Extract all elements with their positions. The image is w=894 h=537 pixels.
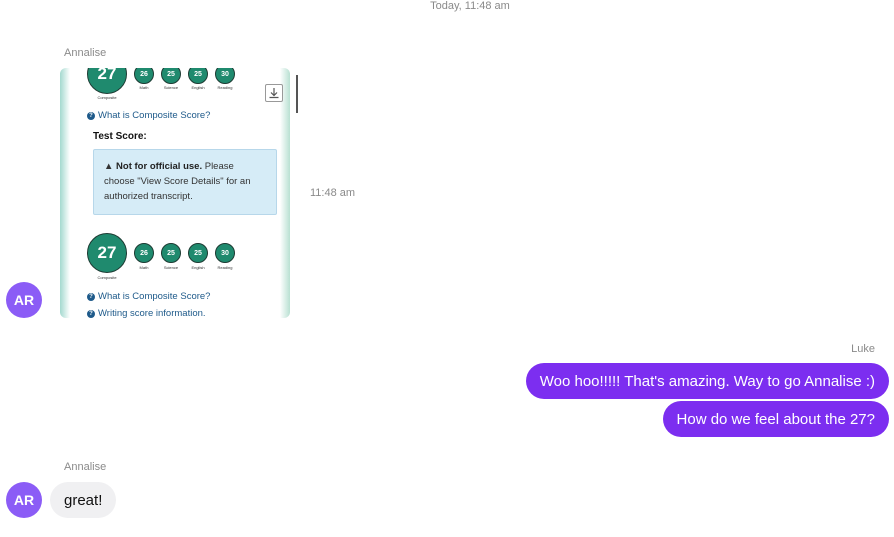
question-icon: ?: [87, 292, 95, 301]
composite-score-circle: 27: [87, 233, 127, 273]
score-report-screenshot: 27 Composite 26 25 25 30 Math Science En…: [70, 68, 280, 318]
sub-score-label: Reading: [217, 85, 233, 90]
notice-bold: Not for official use.: [116, 161, 203, 172]
sub-score-label: English: [191, 85, 205, 90]
composite-label: Composite: [97, 275, 117, 280]
composite-score-circle: 27: [87, 68, 127, 94]
sub-score-label: Reading: [217, 265, 233, 270]
sub-score-label: Math: [139, 265, 149, 270]
sender-name: Luke: [851, 343, 875, 355]
incoming-message-bubble[interactable]: great!: [50, 482, 117, 518]
sub-score-circle: 25: [188, 243, 208, 263]
notice-box: ▲ Not for official use. Please choose "V…: [93, 149, 277, 215]
outgoing-message-bubble[interactable]: How do we feel about the 27?: [662, 401, 889, 437]
question-icon: ?: [87, 309, 95, 318]
sub-score-circle: 25: [188, 68, 208, 84]
sub-score-label: English: [191, 265, 205, 270]
warning-icon: ▲: [104, 161, 114, 172]
message-time: 11:48 am: [310, 187, 356, 199]
writing-score-link: ? Writing score information.: [87, 308, 206, 318]
sub-score-circle: 30: [215, 243, 235, 263]
outgoing-message-bubble[interactable]: Woo hoo!!!!! That's amazing. Way to go A…: [525, 363, 889, 399]
sub-score-circle: 26: [134, 243, 154, 263]
question-icon: ?: [87, 111, 95, 120]
composite-label: Composite: [97, 95, 117, 100]
sender-name: Annalise: [64, 47, 107, 59]
image-attachment[interactable]: 27 Composite 26 25 25 30 Math Science En…: [60, 68, 290, 318]
sub-score-circle: 30: [215, 68, 235, 84]
sender-name: Annalise: [64, 461, 107, 473]
sub-score-circle: 26: [134, 68, 154, 84]
divider: [296, 75, 298, 113]
sub-score-label: Science: [163, 265, 179, 270]
composite-score-link: ? What is Composite Score?: [87, 291, 210, 302]
conversation-timestamp: Today, 11:48 am: [430, 0, 510, 12]
composite-score-link: ? What is Composite Score?: [87, 110, 210, 121]
test-score-label: Test Score:: [93, 131, 147, 142]
sub-score-label: Science: [163, 85, 179, 90]
sub-score-circle: 25: [161, 68, 181, 84]
download-icon: [269, 88, 279, 99]
avatar[interactable]: AR: [6, 482, 42, 518]
sub-score-label: Math: [139, 85, 149, 90]
avatar[interactable]: AR: [6, 282, 42, 318]
download-button[interactable]: [265, 84, 283, 102]
sub-score-circle: 25: [161, 243, 181, 263]
